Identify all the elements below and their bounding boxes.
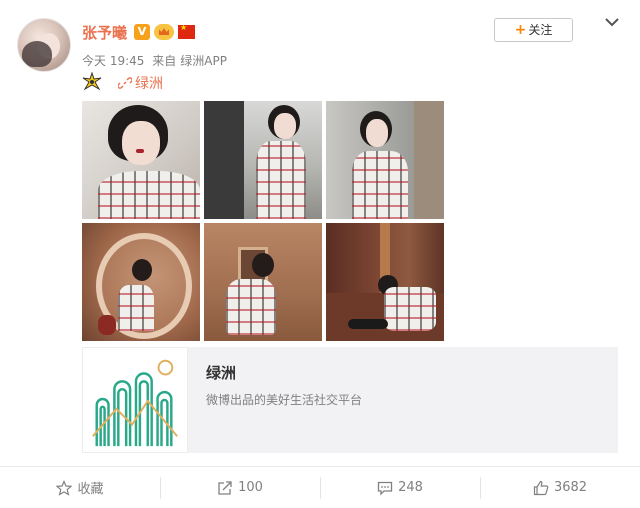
photo-5[interactable] <box>204 223 322 341</box>
photo-1[interactable] <box>82 101 200 219</box>
follow-label: 关注 <box>528 23 553 37</box>
photo-grid <box>82 101 445 341</box>
favorite-button[interactable]: 收藏 <box>0 467 160 508</box>
link-card-description: 微博出品的美好生活社交平台 <box>206 393 363 407</box>
comment-icon <box>377 481 393 496</box>
source-prefix: 来自 <box>152 54 177 68</box>
comment-count: 248 <box>398 480 423 495</box>
sparkle-emoji-icon <box>82 72 102 91</box>
post-meta: 今天 19:45 来自 绿洲APP <box>82 52 231 69</box>
source-app[interactable]: 绿洲APP <box>180 54 227 68</box>
verified-badge-icon[interactable]: V <box>134 24 150 40</box>
link-card[interactable]: 绿洲 微博出品的美好生活社交平台 <box>82 347 618 453</box>
thumbs-up-icon <box>533 480 549 495</box>
like-count: 3682 <box>553 480 588 495</box>
follow-button[interactable]: + 关注 <box>494 18 573 42</box>
star-icon <box>56 479 73 496</box>
china-flag-icon <box>178 23 195 39</box>
action-bar: 收藏 100 248 3682 <box>0 467 640 508</box>
avatar[interactable] <box>17 18 71 72</box>
link-icon <box>118 77 132 89</box>
location-label: 绿洲 <box>135 76 163 92</box>
repost-button[interactable]: 100 <box>160 467 320 508</box>
chevron-down-icon[interactable] <box>604 14 620 30</box>
location-link[interactable]: 绿洲 <box>118 73 163 93</box>
favorite-label: 收藏 <box>77 482 104 497</box>
share-icon <box>218 480 232 495</box>
username[interactable]: 张予曦 <box>82 22 127 43</box>
photo-6[interactable] <box>326 223 444 341</box>
oasis-logo-icon <box>82 347 188 453</box>
post-time[interactable]: 今天 19:45 <box>82 54 144 68</box>
photo-3[interactable] <box>326 101 444 219</box>
weibo-post-card: 张予曦 V 今天 19:45 来自绿洲APP +关注 绿洲 <box>0 0 640 508</box>
avatar-hair <box>22 41 52 67</box>
link-card-title: 绿洲 <box>206 364 237 382</box>
photo-4[interactable] <box>82 223 200 341</box>
photo-2[interactable] <box>204 101 322 219</box>
vip-crown-icon[interactable] <box>154 24 174 40</box>
repost-count: 100 <box>238 480 263 495</box>
like-button[interactable]: 3682 <box>480 467 640 508</box>
plus-icon: + <box>514 22 527 38</box>
comment-button[interactable]: 248 <box>320 467 480 508</box>
